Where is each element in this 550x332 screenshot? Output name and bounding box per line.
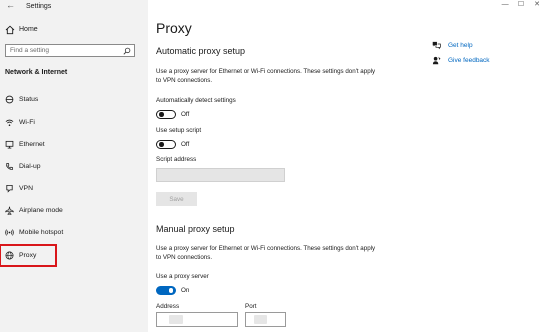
search-input[interactable] — [8, 45, 120, 56]
sidebar-item-label: VPN — [19, 185, 33, 192]
sidebar-item-label: Wi-Fi — [19, 119, 35, 126]
sidebar: ← Settings Home Network & Internet Statu… — [0, 0, 148, 332]
maximize-button[interactable]: ☐ — [514, 0, 528, 8]
address-label: Address — [156, 303, 180, 310]
sidebar-item-label: Ethernet — [19, 141, 45, 148]
automatic-proxy-heading: Automatic proxy setup — [156, 46, 246, 56]
vpn-icon — [6, 184, 13, 193]
use-proxy-label: Use a proxy server — [156, 273, 209, 280]
help-chat-icon — [432, 41, 441, 50]
detect-settings-toggle[interactable] — [156, 110, 176, 119]
sidebar-item-wifi[interactable]: Wi-Fi — [4, 115, 144, 131]
get-help-label: Get help — [448, 42, 473, 49]
sidebar-item-proxy[interactable]: Proxy — [0, 244, 57, 267]
back-arrow-icon[interactable]: ← — [6, 0, 15, 10]
script-address-input[interactable] — [156, 168, 285, 182]
sidebar-item-dial-up[interactable]: Dial-up — [4, 159, 144, 175]
toggle-knob — [168, 288, 173, 293]
phone-icon — [6, 162, 14, 170]
minimize-button[interactable]: — — [498, 1, 512, 8]
globe-icon — [5, 251, 14, 260]
port-label: Port — [245, 303, 257, 310]
save-button[interactable]: Save — [156, 192, 197, 206]
close-button[interactable]: ✕ — [530, 0, 544, 8]
toggle-knob — [159, 112, 164, 117]
address-input[interactable] — [156, 312, 238, 327]
script-address-label: Script address — [156, 156, 197, 163]
sidebar-item-label: Airplane mode — [19, 207, 63, 214]
automatic-proxy-description: Use a proxy server for Ethernet or Wi-Fi… — [156, 68, 376, 84]
use-proxy-state: On — [181, 287, 190, 294]
wifi-icon — [5, 119, 14, 127]
port-input[interactable] — [245, 312, 286, 327]
redacted-value — [169, 315, 183, 324]
home-label: Home — [19, 26, 38, 33]
search-box[interactable] — [5, 44, 135, 57]
sidebar-item-airplane-mode[interactable]: Airplane mode — [4, 203, 144, 219]
sidebar-item-status[interactable]: Status — [4, 92, 144, 108]
detect-settings-state: Off — [181, 111, 190, 118]
sidebar-item-mobile-hotspot[interactable]: Mobile hotspot — [4, 225, 144, 241]
sidebar-item-vpn[interactable]: VPN — [4, 181, 144, 197]
sidebar-item-label: Status — [19, 96, 39, 103]
hotspot-icon — [5, 229, 14, 236]
give-feedback-link[interactable]: Give feedback — [432, 56, 522, 68]
detect-settings-label: Automatically detect settings — [156, 97, 236, 104]
sidebar-item-label: Proxy — [19, 252, 37, 259]
get-help-link[interactable]: Get help — [432, 41, 522, 53]
redacted-value — [254, 315, 267, 324]
manual-proxy-description: Use a proxy server for Ethernet or Wi-Fi… — [156, 245, 376, 261]
home-icon — [5, 25, 15, 35]
ethernet-icon — [5, 140, 14, 149]
search-icon[interactable] — [123, 47, 131, 55]
toggle-knob — [159, 142, 164, 147]
give-feedback-label: Give feedback — [448, 57, 490, 64]
setup-script-label: Use setup script — [156, 127, 202, 134]
section-header: Network & Internet — [5, 69, 68, 76]
airplane-icon — [5, 206, 14, 215]
manual-proxy-heading: Manual proxy setup — [156, 224, 235, 234]
sidebar-item-ethernet[interactable]: Ethernet — [4, 137, 144, 153]
sidebar-item-label: Mobile hotspot — [19, 229, 64, 236]
feedback-person-icon — [432, 56, 441, 65]
home-nav-item[interactable]: Home — [5, 25, 143, 37]
title-bar: ← Settings — [0, 0, 148, 14]
main-content: — ☐ ✕ Proxy Automatic proxy setup Use a … — [148, 0, 550, 332]
setup-script-state: Off — [181, 141, 190, 148]
use-proxy-toggle[interactable] — [156, 286, 176, 295]
setup-script-toggle[interactable] — [156, 140, 176, 149]
sidebar-item-label: Dial-up — [19, 163, 41, 170]
window-controls: — ☐ ✕ — [498, 0, 544, 12]
page-title: Proxy — [156, 20, 192, 36]
status-icon — [5, 95, 14, 104]
window-title: Settings — [26, 3, 52, 10]
